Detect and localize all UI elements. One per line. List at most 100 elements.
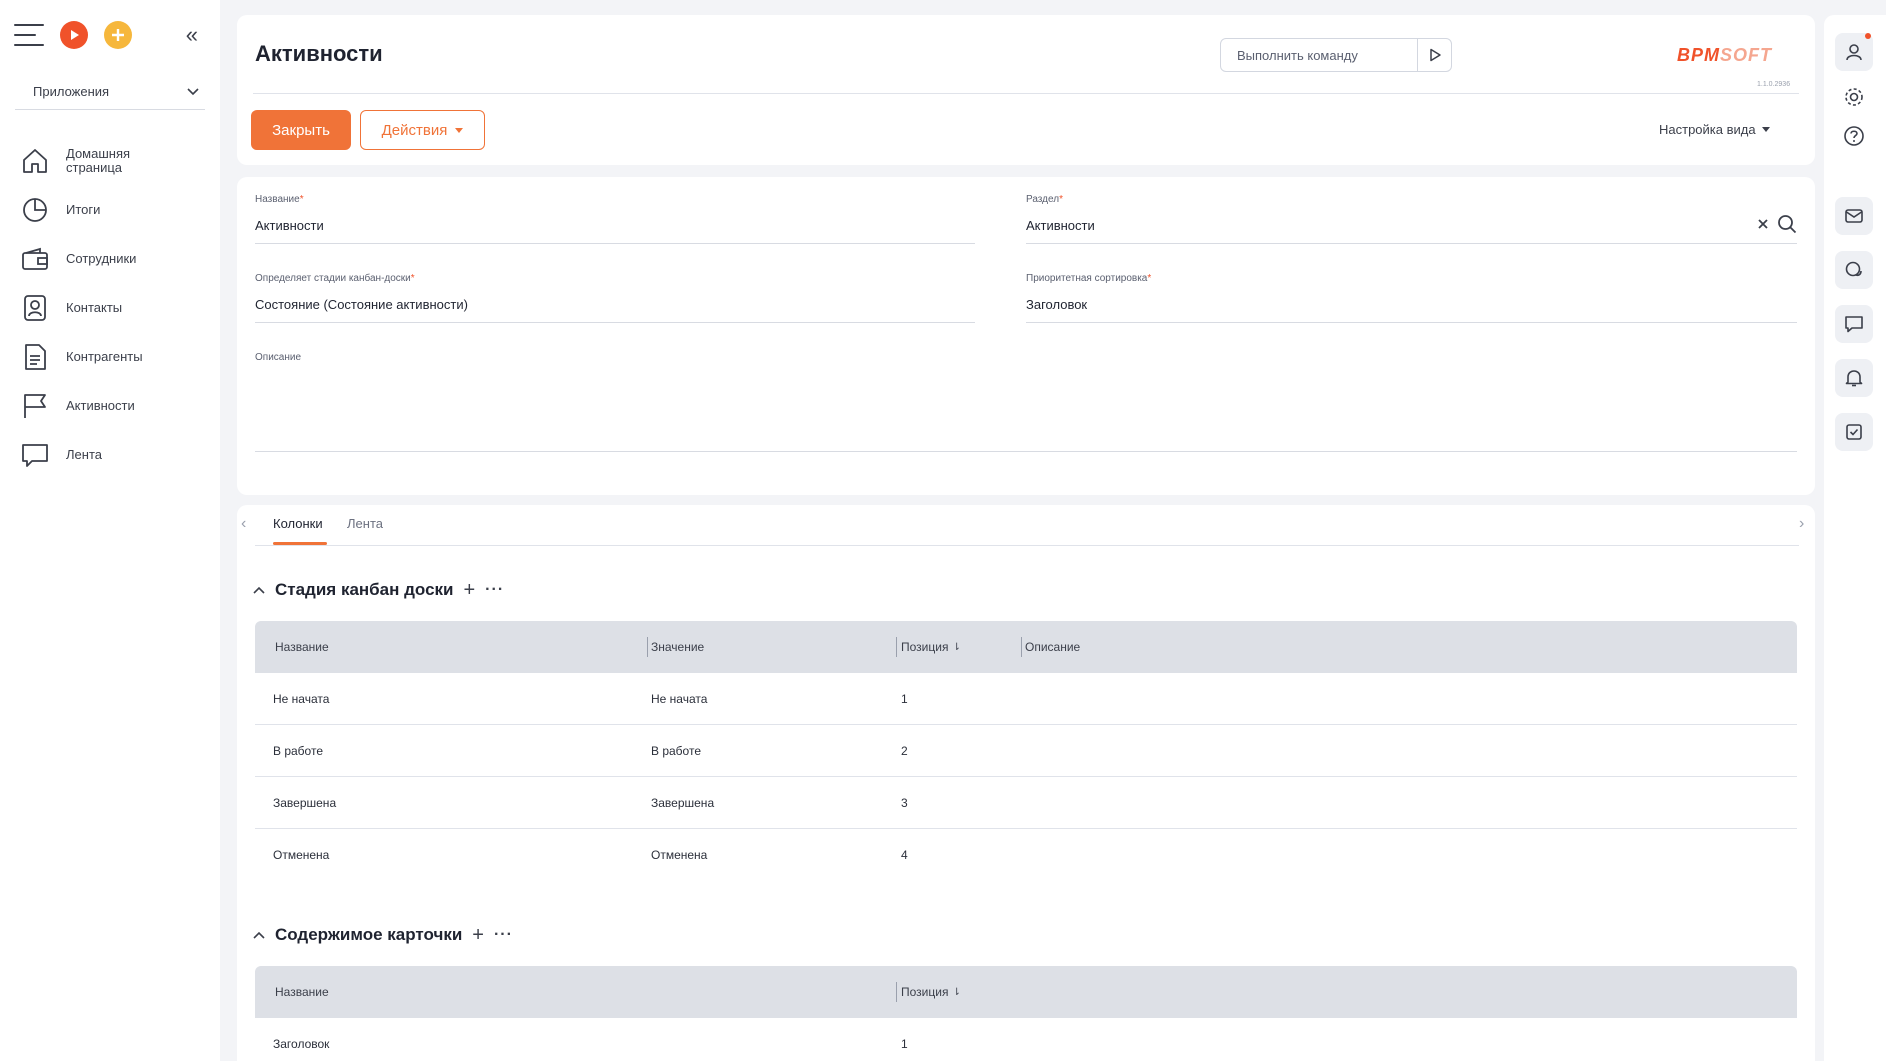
- tab-bar: ‹ Колонки Лента ›: [237, 505, 1815, 547]
- cell-position: 3: [901, 796, 908, 810]
- cell-position: 4: [901, 848, 908, 862]
- play-icon: [1429, 48, 1441, 62]
- process-run-icon[interactable]: [60, 21, 88, 49]
- clear-icon[interactable]: [1757, 218, 1769, 230]
- home-icon: [23, 148, 47, 173]
- sidebar-item-results[interactable]: Итоги: [0, 185, 220, 234]
- column-header-position[interactable]: Позиция ⇂: [901, 966, 961, 1018]
- field-label: Определяет стадии канбан-доски*: [255, 273, 415, 284]
- column-header-name[interactable]: Название: [275, 621, 329, 673]
- priority-sort-field[interactable]: Приоритетная сортировка* Заголовок: [1026, 273, 1797, 323]
- detail-panel: ‹ Колонки Лента › Стадия канбан доски + …: [237, 505, 1815, 1061]
- user-profile-button[interactable]: [1835, 33, 1873, 71]
- tab-feed[interactable]: Лента: [347, 516, 383, 531]
- sidebar-item-home[interactable]: Домашняя страница: [0, 136, 220, 185]
- command-input[interactable]: Выполнить команду: [1220, 38, 1452, 72]
- column-separator[interactable]: [647, 637, 648, 657]
- search-icon[interactable]: [1777, 214, 1797, 234]
- notification-dot: [1865, 33, 1871, 39]
- cell-name: Заголовок: [273, 1037, 330, 1051]
- table-row[interactable]: Заголовок 1: [255, 1018, 1797, 1061]
- email-button[interactable]: [1835, 197, 1873, 235]
- caret-down-icon: [455, 127, 464, 133]
- field-label: Описание: [255, 352, 302, 363]
- sidebar-item-activities[interactable]: Активности: [0, 381, 220, 430]
- tab-scroll-right-icon[interactable]: ›: [1799, 515, 1804, 533]
- run-command-button[interactable]: [1417, 38, 1451, 72]
- user-icon: [1846, 44, 1862, 61]
- grid-header: Название Значение Позиция ⇂ Описание: [255, 621, 1797, 673]
- actions-dropdown-button[interactable]: Действия: [360, 110, 485, 150]
- kanban-stage-group-header: Стадия канбан доски + ···: [253, 580, 504, 600]
- help-icon[interactable]: [1839, 121, 1869, 151]
- add-plus-icon[interactable]: [104, 21, 132, 49]
- column-separator[interactable]: [1021, 637, 1022, 657]
- cell-name: Не начата: [273, 692, 330, 706]
- more-options-icon[interactable]: ···: [485, 581, 504, 599]
- tabs-divider: [255, 545, 1799, 546]
- description-field[interactable]: Описание: [255, 352, 1797, 452]
- left-sidebar: « Приложения Домашняя страница Итоги Сот…: [0, 0, 220, 1061]
- column-header-position[interactable]: Позиция ⇂: [901, 621, 961, 673]
- hamburger-menu-icon[interactable]: [14, 24, 44, 46]
- add-row-button[interactable]: +: [472, 925, 484, 945]
- flag-icon: [24, 393, 46, 418]
- chevron-down-icon: [187, 87, 199, 95]
- name-field[interactable]: Название* Активности: [255, 194, 975, 244]
- chevron-up-icon[interactable]: [253, 928, 265, 942]
- gear-icon[interactable]: [1839, 82, 1869, 112]
- bpmsoft-logo: BPMSOFT: [1677, 45, 1772, 65]
- view-settings-label: Настройка вида: [1659, 122, 1756, 137]
- caret-down-icon: [1761, 127, 1770, 132]
- applications-dropdown[interactable]: Приложения: [15, 74, 205, 110]
- column-header-description[interactable]: Описание: [1025, 621, 1080, 673]
- sidebar-item-label: Сотрудники: [66, 250, 137, 266]
- table-row[interactable]: В работе В работе 2: [255, 725, 1797, 777]
- column-header-value[interactable]: Значение: [651, 621, 704, 673]
- card-content-grid: Название Позиция ⇂ Заголовок 1: [255, 966, 1797, 1061]
- grid-header: Название Позиция ⇂: [255, 966, 1797, 1018]
- applications-label: Приложения: [33, 84, 110, 99]
- notifications-button[interactable]: [1835, 359, 1873, 397]
- cell-name: Завершена: [273, 796, 337, 810]
- close-button[interactable]: Закрыть: [251, 110, 351, 150]
- kanban-stage-field[interactable]: Определяет стадии канбан-доски* Состояни…: [255, 273, 975, 323]
- cell-position: 1: [901, 692, 908, 706]
- cell-value: Завершена: [651, 796, 715, 810]
- sidebar-top-bar: «: [0, 0, 220, 70]
- sidebar-item-accounts[interactable]: Контрагенты: [0, 332, 220, 381]
- add-row-button[interactable]: +: [463, 580, 475, 600]
- sidebar-item-label: Контрагенты: [66, 348, 143, 364]
- column-separator[interactable]: [896, 637, 897, 657]
- column-header-name[interactable]: Название: [275, 966, 329, 1018]
- table-row[interactable]: Отменена Отменена 4: [255, 829, 1797, 881]
- sidebar-item-employees[interactable]: Сотрудники: [0, 234, 220, 283]
- view-settings-button[interactable]: Настройка вида: [1659, 122, 1770, 137]
- cell-name: В работе: [273, 744, 324, 758]
- sidebar-item-contacts[interactable]: Контакты: [0, 283, 220, 332]
- cell-position: 2: [901, 744, 908, 758]
- version-label: 1.1.0.2936: [1757, 81, 1791, 88]
- table-row[interactable]: Не начата Не начата 1: [255, 673, 1797, 725]
- field-value: Заголовок: [1026, 297, 1088, 312]
- field-value: Состояние (Состояние активности): [255, 297, 468, 312]
- more-options-icon[interactable]: ···: [494, 926, 513, 944]
- header-divider: [253, 93, 1799, 94]
- sidebar-item-label: Контакты: [66, 299, 123, 315]
- sidebar-item-feed[interactable]: Лента: [0, 430, 220, 479]
- messenger-button[interactable]: [1835, 251, 1873, 289]
- feed-button[interactable]: [1835, 305, 1873, 343]
- tasks-button[interactable]: [1835, 413, 1873, 451]
- column-separator[interactable]: [896, 982, 897, 1002]
- section-lookup-field[interactable]: Раздел* Активности: [1026, 194, 1797, 244]
- page-header: Активности Выполнить команду BPMSOFT 1.1…: [237, 15, 1815, 165]
- comment-icon: [1845, 316, 1863, 333]
- field-label: Раздел*: [1026, 194, 1063, 205]
- collapse-sidebar-icon[interactable]: «: [186, 22, 198, 48]
- sort-ascending-icon: ⇂: [952, 641, 961, 653]
- chevron-up-icon[interactable]: [253, 583, 265, 597]
- tab-columns[interactable]: Колонки: [273, 516, 323, 531]
- tab-scroll-left-icon[interactable]: ‹: [241, 515, 246, 533]
- chat-icon: [1845, 261, 1862, 277]
- table-row[interactable]: Завершена Завершена 3: [255, 777, 1797, 829]
